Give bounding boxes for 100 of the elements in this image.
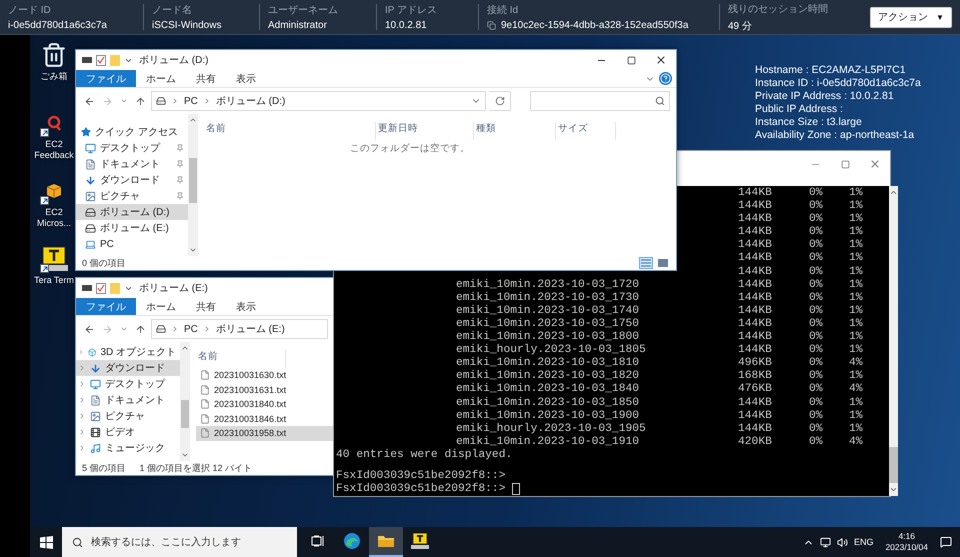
ribbon-tab[interactable]: ファイル bbox=[76, 298, 136, 315]
nav-item[interactable]: PC bbox=[76, 236, 188, 252]
nav-item[interactable]: ダウンロード bbox=[76, 172, 188, 188]
drive-icon bbox=[85, 206, 96, 218]
scrollbar-thumb[interactable] bbox=[189, 158, 197, 202]
field-value: 49 分 bbox=[728, 20, 752, 32]
scrollbar-thumb[interactable] bbox=[889, 447, 898, 483]
scrollbar-thumb[interactable] bbox=[181, 400, 189, 428]
terminal-value: 1% bbox=[849, 410, 864, 423]
file-row[interactable]: 202310031631.txt bbox=[196, 382, 334, 397]
terminal-value: 0% bbox=[809, 252, 824, 266]
desktop-shortcut[interactable]: EC2 Feedback bbox=[30, 109, 78, 167]
address-bar[interactable]: PC ボリューム (D:) bbox=[151, 91, 486, 111]
column-header[interactable]: 更新日時 bbox=[376, 122, 474, 140]
maximize-icon bbox=[626, 56, 636, 64]
terminal-value: 0% bbox=[809, 383, 824, 396]
ribbon-tab[interactable]: 共有 bbox=[186, 298, 226, 315]
desktop-shortcut[interactable]: ごみ箱 bbox=[30, 41, 78, 99]
terminal-value: 1% bbox=[849, 318, 864, 332]
picture-icon bbox=[85, 190, 96, 202]
column-header[interactable]: サイズ bbox=[556, 122, 616, 140]
file-icon bbox=[200, 428, 210, 438]
refresh-button[interactable] bbox=[489, 91, 511, 111]
nav-item[interactable]: ピクチャ bbox=[76, 408, 180, 424]
scrollbar[interactable] bbox=[889, 186, 898, 496]
breadcrumb-separator-icon bbox=[171, 325, 179, 333]
terminal-value: 1% bbox=[849, 370, 864, 384]
nav-item[interactable]: デスクトップ bbox=[76, 376, 180, 392]
folder-icon bbox=[377, 534, 395, 548]
column-header[interactable]: 名前 bbox=[204, 122, 376, 140]
snapshot-name: emiki_10min.2023-10-03_1720 bbox=[456, 278, 640, 292]
ribbon-tab[interactable]: 表示 bbox=[226, 298, 266, 315]
properties-icon[interactable] bbox=[96, 54, 106, 66]
clock[interactable]: 4:16 2023/10/04 bbox=[885, 531, 928, 553]
taskbar-app[interactable] bbox=[369, 527, 403, 557]
scrollbar[interactable] bbox=[180, 342, 190, 461]
language-indicator[interactable]: ENG bbox=[854, 537, 874, 547]
terminal-value: 0% bbox=[809, 200, 824, 214]
nav-item[interactable]: クイック アクセス bbox=[76, 124, 188, 140]
window-title: ボリューム (D:) bbox=[139, 54, 208, 67]
snapshot-name: emiki_10min.2023-10-03_1800 bbox=[456, 331, 640, 344]
nav-item[interactable]: ピクチャ bbox=[76, 188, 188, 204]
nav-item[interactable]: ボリューム (E:) bbox=[76, 220, 188, 236]
speaker-icon[interactable] bbox=[836, 536, 848, 548]
snapshot-size: 144KB bbox=[738, 213, 773, 226]
breadcrumb[interactable]: ボリューム (D:) bbox=[216, 94, 286, 108]
file-icon bbox=[200, 399, 210, 410]
desktop-icon bbox=[85, 142, 96, 154]
nav-item[interactable]: デスクトップ bbox=[76, 140, 188, 156]
snapshot-name: emiki_10min.2023-10-03_1730 bbox=[456, 292, 640, 304]
terminal-value: 1% bbox=[849, 252, 864, 266]
breadcrumb[interactable]: ボリューム (E:) bbox=[216, 322, 285, 336]
desktop-shortcut[interactable]: Tera Term bbox=[30, 245, 78, 303]
network-icon[interactable] bbox=[820, 536, 831, 548]
file-row[interactable]: 202310031958.txt bbox=[196, 426, 334, 440]
column-header[interactable]: 種類 bbox=[474, 122, 556, 140]
scrollbar[interactable] bbox=[188, 114, 198, 256]
tile-icon bbox=[658, 259, 668, 267]
action-button[interactable]: アクション ▼ bbox=[870, 6, 952, 28]
scroll-up-icon bbox=[181, 344, 189, 352]
properties-icon[interactable] bbox=[96, 282, 106, 294]
ribbon-tab[interactable]: 表示 bbox=[226, 70, 266, 87]
nav-item[interactable]: ドキュメント bbox=[76, 156, 188, 172]
column-header[interactable]: 名前 bbox=[196, 350, 286, 368]
search-field[interactable] bbox=[530, 91, 670, 111]
system-info-line: Instance Size : t3.large bbox=[755, 117, 863, 128]
field-value: iSCSI-Windows bbox=[152, 20, 222, 31]
forward-arrow-icon bbox=[102, 96, 113, 106]
nav-item[interactable]: ボリューム (D:) bbox=[76, 204, 188, 220]
help-button[interactable] bbox=[659, 72, 672, 85]
desktop-shortcut[interactable]: EC2 Micros... bbox=[30, 177, 78, 235]
nav-item[interactable]: ビデオ bbox=[76, 424, 180, 440]
large-icons-view-icon[interactable] bbox=[656, 257, 670, 269]
ribbon-tab[interactable]: ホーム bbox=[136, 70, 186, 87]
details-view-icon[interactable] bbox=[639, 257, 653, 269]
ribbon-tab[interactable]: ホーム bbox=[136, 298, 186, 315]
snapshot-size: 144KB bbox=[738, 344, 773, 358]
download-icon bbox=[90, 362, 101, 374]
file-row[interactable]: 202310031846.txt bbox=[196, 412, 334, 426]
ribbon-tab[interactable]: 共有 bbox=[186, 70, 226, 87]
file-row[interactable]: 202310031840.txt bbox=[196, 397, 334, 412]
ribbon-tab[interactable]: ファイル bbox=[76, 70, 136, 87]
breadcrumb[interactable]: PC bbox=[184, 324, 198, 334]
snapshot-size: 144KB bbox=[738, 410, 773, 423]
terminal-value: 0% bbox=[809, 278, 824, 292]
nav-item[interactable]: ミュージック bbox=[76, 440, 180, 456]
nav-item[interactable]: ドキュメント bbox=[76, 392, 180, 408]
notifications-icon[interactable] bbox=[940, 536, 952, 548]
scroll-down-icon bbox=[189, 246, 197, 254]
chevron-down-icon bbox=[120, 97, 128, 105]
nav-item[interactable]: ダウンロード bbox=[76, 360, 180, 376]
terminal-value: 4% bbox=[849, 436, 864, 449]
breadcrumb[interactable]: PC bbox=[184, 96, 198, 106]
terminal-value: 0% bbox=[809, 422, 824, 436]
copy-icon[interactable] bbox=[487, 21, 496, 30]
taskbar-search-field[interactable]: 検索するには、ここに入力します bbox=[62, 527, 297, 557]
nav-item[interactable]: 3D オブジェクト bbox=[76, 344, 180, 360]
file-row[interactable]: 202310031630.txt bbox=[196, 368, 334, 382]
address-bar[interactable]: PC ボリューム (E:) bbox=[151, 319, 328, 339]
drive-icon bbox=[82, 57, 92, 63]
